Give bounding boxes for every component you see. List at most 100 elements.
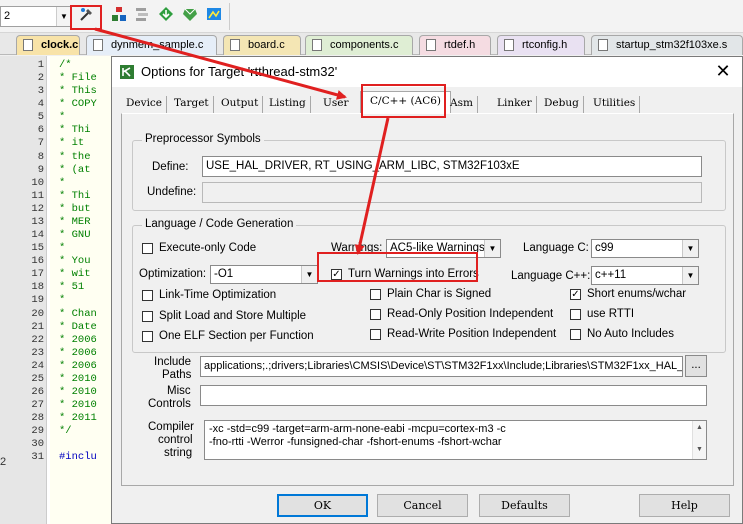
code-line[interactable]: * File [59, 72, 97, 84]
code-line[interactable]: * 2006 [59, 360, 97, 372]
code-line[interactable]: * 2006 [59, 347, 97, 359]
code-line[interactable]: * Chan [59, 308, 97, 320]
optimization-value: -O1 [214, 268, 234, 280]
checkbox-box [370, 289, 381, 300]
file-tab-components[interactable]: components.c [305, 35, 413, 55]
tab-utilities[interactable]: Utilities [589, 96, 641, 113]
no-auto-includes-checkbox[interactable]: No Auto Includes [570, 328, 674, 342]
code-line[interactable]: * GNU [59, 229, 91, 241]
undefine-input[interactable] [202, 182, 702, 203]
execute-only-checkbox[interactable]: Execute-only Code [142, 242, 256, 256]
browse-include-paths-button[interactable]: ... [685, 355, 707, 377]
code-line[interactable]: * 2010 [59, 399, 97, 411]
file-tab-dynmem-sample[interactable]: dynmem_sample.c [86, 35, 217, 55]
chevron-down-icon[interactable]: ▼ [301, 266, 317, 283]
code-line[interactable]: * MER [59, 216, 91, 228]
scrollbar[interactable]: ▲ ▼ [692, 421, 706, 459]
options-dialog: Options for Target 'rtthread-stm32' ✕ De… [111, 56, 743, 524]
tab-device[interactable]: Device [122, 96, 168, 113]
file-tab-label: components.c [330, 39, 399, 51]
code-line[interactable]: * [59, 294, 65, 306]
device-database-icon[interactable] [203, 6, 225, 28]
ok-button[interactable]: OK [277, 494, 368, 517]
code-line[interactable]: * 51 [59, 281, 84, 293]
chevron-down-icon[interactable]: ▼ [693, 443, 706, 457]
checkbox-label: Read-Only Position Independent [387, 308, 554, 320]
code-area[interactable]: /* * File * This * COPY * * Thi * it * t… [50, 56, 112, 524]
plain-char-signed-checkbox[interactable]: Plain Char is Signed [370, 288, 491, 302]
tab-debug[interactable]: Debug [540, 96, 584, 113]
code-line[interactable]: #inclu [59, 451, 97, 463]
file-tab-startup[interactable]: startup_stm32f103xe.s [591, 35, 743, 55]
code-line[interactable]: * [59, 177, 65, 189]
pack-installer-icon[interactable] [155, 6, 177, 28]
read-only-position-independent-checkbox[interactable]: Read-Only Position Independent [370, 308, 553, 322]
code-line[interactable]: * You [59, 255, 91, 267]
chevron-up-icon[interactable]: ▲ [693, 421, 706, 435]
tab-target[interactable]: Target [170, 96, 214, 113]
compiler-control-line-2: -fno-rtti -Werror -funsigned-char -fshor… [209, 436, 502, 448]
code-editor[interactable]: 1 2 3 4 5 6 7 8 9 10 11 12 13 14 15 16 17 18 19 20 21 22 23 24 2… [0, 56, 112, 524]
checkbox-label: Split Load and Store Multiple [159, 310, 307, 322]
checkbox-box [142, 311, 153, 322]
code-line[interactable]: * the [59, 151, 91, 163]
code-line[interactable]: * 2010 [59, 386, 97, 398]
read-write-position-independent-checkbox[interactable]: Read-Write Position Independent [370, 328, 556, 342]
s-file-icon [598, 39, 608, 51]
code-line[interactable]: * 2006 [59, 334, 97, 346]
cancel-button[interactable]: Cancel [377, 494, 468, 517]
help-button[interactable]: Help [639, 494, 730, 517]
code-line[interactable]: * 2011 [59, 412, 97, 424]
include-paths-input[interactable]: applications;.;drivers;Libraries\CMSIS\D… [200, 356, 683, 377]
code-line[interactable]: * wit [59, 268, 91, 280]
close-icon[interactable]: ✕ [711, 59, 735, 83]
split-load-store-checkbox[interactable]: Split Load and Store Multiple [142, 310, 306, 324]
code-line[interactable]: * Thi [59, 124, 91, 136]
file-tab-clock[interactable]: clock.c [16, 35, 80, 55]
code-line[interactable]: * [59, 111, 65, 123]
code-line[interactable]: * 2010 [59, 373, 97, 385]
code-line[interactable]: /* [59, 59, 72, 71]
one-elf-section-checkbox[interactable]: One ELF Section per Function [142, 330, 314, 344]
misc-controls-input[interactable] [200, 385, 707, 406]
optimization-select[interactable]: -O1 ▼ [210, 265, 318, 284]
language-c-select[interactable]: c99 ▼ [591, 239, 699, 258]
compiler-control-string[interactable]: -xc -std=c99 -target=arm-arm-none-eabi -… [204, 420, 707, 460]
file-tab-board[interactable]: board.c [223, 35, 301, 55]
tab-output[interactable]: Output [217, 96, 264, 113]
file-tab-rtconfig[interactable]: rtconfig.h [497, 35, 585, 55]
select-packs-icon[interactable] [131, 6, 153, 28]
code-line[interactable]: * COPY [59, 98, 97, 110]
green-diamond-icon[interactable] [179, 6, 201, 28]
code-line[interactable]: */ [59, 425, 72, 437]
manage-project-items-icon[interactable] [108, 6, 130, 28]
tab-listing[interactable]: Listing [265, 96, 311, 113]
code-line[interactable]: * [59, 242, 65, 254]
chevron-down-icon[interactable]: ▼ [484, 240, 500, 257]
line-number: 21 [31, 320, 44, 333]
target-combo[interactable]: 2 ▼ [0, 6, 72, 27]
tab-linker[interactable]: Linker [493, 96, 537, 113]
file-tab-label: board.c [248, 39, 285, 51]
tab-user[interactable]: User [319, 96, 352, 113]
code-line[interactable]: * (at [59, 164, 91, 176]
code-line[interactable]: * This [59, 85, 97, 97]
define-input[interactable]: USE_HAL_DRIVER, RT_USING_ARM_LIBC, STM32… [202, 156, 702, 177]
use-rtti-checkbox[interactable]: use RTTI [570, 308, 634, 322]
code-line[interactable]: * Thi [59, 190, 91, 202]
chevron-down-icon[interactable]: ▼ [56, 7, 71, 26]
language-cpp-select[interactable]: c++11 ▼ [591, 266, 699, 285]
short-enums-wchar-checkbox[interactable]: ✓ Short enums/wchar [570, 288, 686, 302]
code-line[interactable]: * Date [59, 321, 97, 333]
chevron-down-icon[interactable]: ▼ [682, 240, 698, 257]
link-time-optimization-checkbox[interactable]: Link-Time Optimization [142, 289, 276, 303]
dialog-title-bar[interactable]: Options for Target 'rtthread-stm32' ✕ [112, 57, 742, 87]
code-line[interactable]: * it [59, 137, 84, 149]
code-line[interactable]: * but [59, 203, 91, 215]
defaults-button[interactable]: Defaults [479, 494, 570, 517]
chevron-down-icon[interactable]: ▼ [682, 267, 698, 284]
define-label: Define: [152, 161, 189, 173]
toolbar: 2 ▼ [0, 0, 743, 33]
file-tab-rtdef[interactable]: rtdef.h [419, 35, 491, 55]
tab-asm[interactable]: Asm [446, 96, 478, 113]
